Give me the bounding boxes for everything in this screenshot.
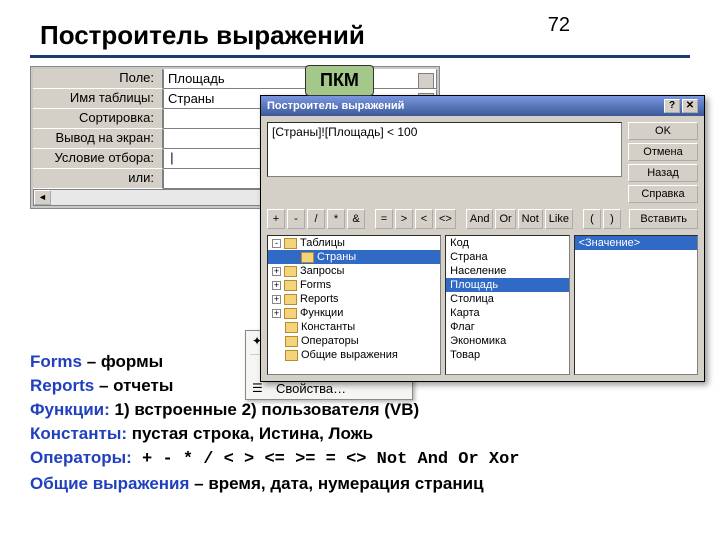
expand-icon[interactable]: + bbox=[272, 281, 281, 290]
operator-button[interactable]: & bbox=[347, 209, 365, 229]
expand-icon[interactable]: + bbox=[272, 267, 281, 276]
folder-icon bbox=[285, 350, 298, 361]
tree-item-label: Reports bbox=[300, 293, 339, 305]
close-icon[interactable]: ✕ bbox=[682, 99, 698, 113]
query-row-label: или: bbox=[33, 169, 163, 189]
operator-button[interactable]: * bbox=[327, 209, 345, 229]
tree-item[interactable]: Константы bbox=[268, 320, 440, 334]
tree-item[interactable]: + Запросы bbox=[268, 264, 440, 278]
back-button[interactable]: Назад bbox=[628, 164, 698, 182]
query-row-label: Поле: bbox=[33, 69, 163, 89]
page-number: 72 bbox=[548, 14, 570, 37]
folder-icon bbox=[284, 308, 297, 319]
folder-icon bbox=[284, 294, 297, 305]
query-row-label: Вывод на экран: bbox=[33, 129, 163, 149]
properties-icon: ☰ bbox=[252, 381, 268, 397]
tree-item-label: Таблицы bbox=[300, 237, 345, 249]
dialog-title-text: Построитель выражений bbox=[267, 100, 404, 112]
tree-item[interactable]: + Reports bbox=[268, 292, 440, 306]
field-item[interactable]: Код bbox=[446, 236, 568, 250]
dialog-titlebar[interactable]: Построитель выражений ? ✕ bbox=[261, 96, 704, 116]
tree-item-label: Forms bbox=[300, 279, 331, 291]
tree-item[interactable]: + Forms bbox=[268, 278, 440, 292]
tree-item[interactable]: Общие выражения bbox=[268, 348, 440, 362]
expand-icon[interactable]: + bbox=[272, 295, 281, 304]
insert-button[interactable]: Вставить bbox=[629, 209, 698, 229]
pkm-badge: ПКМ bbox=[305, 65, 374, 96]
ctx-item-label: Свойства… bbox=[276, 381, 346, 396]
field-item[interactable]: Флаг bbox=[446, 320, 568, 334]
field-item[interactable]: Население bbox=[446, 264, 568, 278]
operator-button[interactable]: And bbox=[466, 209, 494, 229]
tree-item-label: Запросы bbox=[300, 265, 344, 277]
tree-item[interactable]: Страны bbox=[268, 250, 440, 264]
operator-button[interactable]: / bbox=[307, 209, 325, 229]
query-row-label: Сортировка: bbox=[33, 109, 163, 129]
operator-toolbar: +-/*&=><<> AndOrNotLike () Вставить bbox=[267, 209, 698, 229]
query-row-label: Имя таблицы: bbox=[33, 89, 163, 109]
operator-button[interactable]: ( bbox=[583, 209, 601, 229]
operator-button[interactable]: > bbox=[395, 209, 413, 229]
field-item[interactable]: Столица bbox=[446, 292, 568, 306]
operator-button[interactable]: Not bbox=[518, 209, 543, 229]
expand-icon[interactable]: - bbox=[272, 239, 281, 248]
field-item[interactable]: Товар bbox=[446, 348, 568, 362]
field-item[interactable]: Площадь bbox=[446, 278, 568, 292]
field-item[interactable]: Экономика bbox=[446, 334, 568, 348]
tree-item-label: Общие выражения bbox=[301, 349, 398, 361]
folder-icon bbox=[285, 322, 298, 333]
field-item[interactable]: Карта bbox=[446, 306, 568, 320]
expression-builder-dialog: Построитель выражений ? ✕ [Страны]![Площ… bbox=[260, 95, 705, 382]
help-button[interactable]: Справка bbox=[628, 185, 698, 203]
folder-icon bbox=[285, 336, 298, 347]
tree-item-label: Страны bbox=[317, 251, 356, 263]
query-row-label: Условие отбора: bbox=[33, 149, 163, 169]
query-field-cell[interactable]: Площадь bbox=[163, 69, 437, 89]
value-list[interactable]: <Значение> bbox=[574, 235, 698, 375]
expand-icon[interactable]: + bbox=[272, 309, 281, 318]
operator-button[interactable]: + bbox=[267, 209, 285, 229]
folder-icon bbox=[284, 238, 297, 249]
help-icon[interactable]: ? bbox=[664, 99, 680, 113]
ok-button[interactable]: OK bbox=[628, 122, 698, 140]
operator-button[interactable]: - bbox=[287, 209, 305, 229]
operator-button[interactable]: Like bbox=[545, 209, 573, 229]
fields-list[interactable]: КодСтранаНаселениеПлощадьСтолицаКартаФла… bbox=[445, 235, 569, 375]
folder-icon bbox=[284, 280, 297, 291]
folder-icon bbox=[301, 252, 314, 263]
operator-button[interactable]: < bbox=[415, 209, 433, 229]
operator-button[interactable]: = bbox=[375, 209, 393, 229]
category-tree[interactable]: - Таблицы Страны + Запросы + Forms + Reports + Фун… bbox=[267, 235, 441, 375]
title-underline bbox=[30, 55, 690, 58]
tree-item[interactable]: - Таблицы bbox=[268, 236, 440, 250]
page-title: Построитель выражений bbox=[30, 20, 690, 51]
value-item[interactable]: <Значение> bbox=[575, 236, 697, 250]
operator-button[interactable]: <> bbox=[435, 209, 456, 229]
operator-button[interactable]: Or bbox=[495, 209, 515, 229]
operator-button[interactable]: ) bbox=[603, 209, 621, 229]
field-item[interactable]: Страна bbox=[446, 250, 568, 264]
tree-item-label: Константы bbox=[301, 321, 355, 333]
scroll-left-icon[interactable]: ◄ bbox=[34, 190, 51, 205]
tree-item[interactable]: Операторы bbox=[268, 334, 440, 348]
cancel-button[interactable]: Отмена bbox=[628, 143, 698, 161]
tree-item-label: Операторы bbox=[301, 335, 359, 347]
tree-item[interactable]: + Функции bbox=[268, 306, 440, 320]
tree-item-label: Функции bbox=[300, 307, 343, 319]
expression-textarea[interactable]: [Страны]![Площадь] < 100 bbox=[267, 122, 622, 177]
folder-icon bbox=[284, 266, 297, 277]
